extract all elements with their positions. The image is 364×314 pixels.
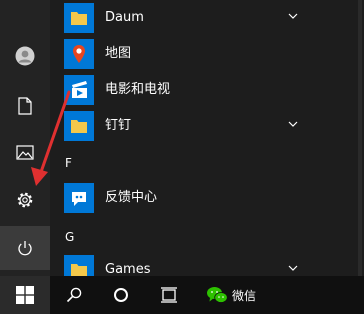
section-letter-g[interactable]: G bbox=[65, 230, 74, 244]
maps-icon bbox=[64, 39, 94, 69]
app-item-movies-tv[interactable]: 电影和电视 bbox=[50, 72, 364, 108]
folder-icon bbox=[64, 3, 94, 33]
app-item-daum[interactable]: Daum bbox=[50, 0, 364, 36]
start-menu-rail bbox=[0, 0, 50, 276]
pictures-button[interactable] bbox=[0, 134, 50, 170]
windows-logo-icon bbox=[16, 286, 34, 304]
app-item-dingtalk[interactable]: 钉钉 bbox=[50, 108, 364, 144]
settings-button[interactable] bbox=[0, 182, 50, 218]
chevron-down-icon[interactable] bbox=[288, 13, 298, 19]
gear-icon bbox=[17, 192, 33, 208]
app-label: Games bbox=[105, 262, 151, 276]
section-letter-f[interactable]: F bbox=[65, 156, 72, 170]
task-view-icon bbox=[161, 287, 177, 303]
app-label: Daum bbox=[105, 10, 144, 25]
start-button[interactable] bbox=[0, 276, 50, 314]
chevron-down-icon[interactable] bbox=[288, 121, 298, 127]
avatar-icon bbox=[15, 46, 35, 66]
app-list: Daum 地图 电影和电视 钉钉 F 反馈中心 G Games bbox=[50, 0, 364, 276]
folder-icon bbox=[64, 255, 94, 276]
cortana-ring-icon bbox=[114, 288, 128, 302]
wechat-icon bbox=[207, 287, 228, 303]
taskbar: 微信 bbox=[0, 276, 364, 314]
app-item-games[interactable]: Games bbox=[50, 252, 364, 276]
app-label: 电影和电视 bbox=[105, 82, 171, 97]
user-avatar-button[interactable] bbox=[0, 38, 50, 74]
task-view-button[interactable] bbox=[148, 276, 190, 314]
search-button[interactable] bbox=[54, 276, 94, 314]
documents-button[interactable] bbox=[0, 88, 50, 124]
chevron-down-icon[interactable] bbox=[288, 265, 298, 271]
app-label: 反馈中心 bbox=[105, 190, 158, 205]
power-icon bbox=[18, 240, 32, 255]
movies-tv-icon bbox=[64, 75, 94, 105]
wechat-button[interactable]: 微信 bbox=[200, 276, 276, 314]
app-list-scrollbar[interactable] bbox=[358, 0, 362, 276]
document-icon bbox=[18, 97, 32, 115]
app-item-feedback-hub[interactable]: 反馈中心 bbox=[50, 180, 364, 216]
app-label: 地图 bbox=[105, 46, 132, 61]
power-button[interactable] bbox=[0, 226, 50, 270]
app-item-maps[interactable]: 地图 bbox=[50, 36, 364, 72]
search-icon bbox=[66, 287, 82, 303]
app-label: 钉钉 bbox=[105, 118, 132, 133]
folder-icon bbox=[64, 111, 94, 141]
cortana-button[interactable] bbox=[100, 276, 142, 314]
feedback-hub-icon bbox=[64, 183, 94, 213]
pictures-icon bbox=[16, 144, 34, 160]
wechat-label: 微信 bbox=[232, 288, 257, 303]
